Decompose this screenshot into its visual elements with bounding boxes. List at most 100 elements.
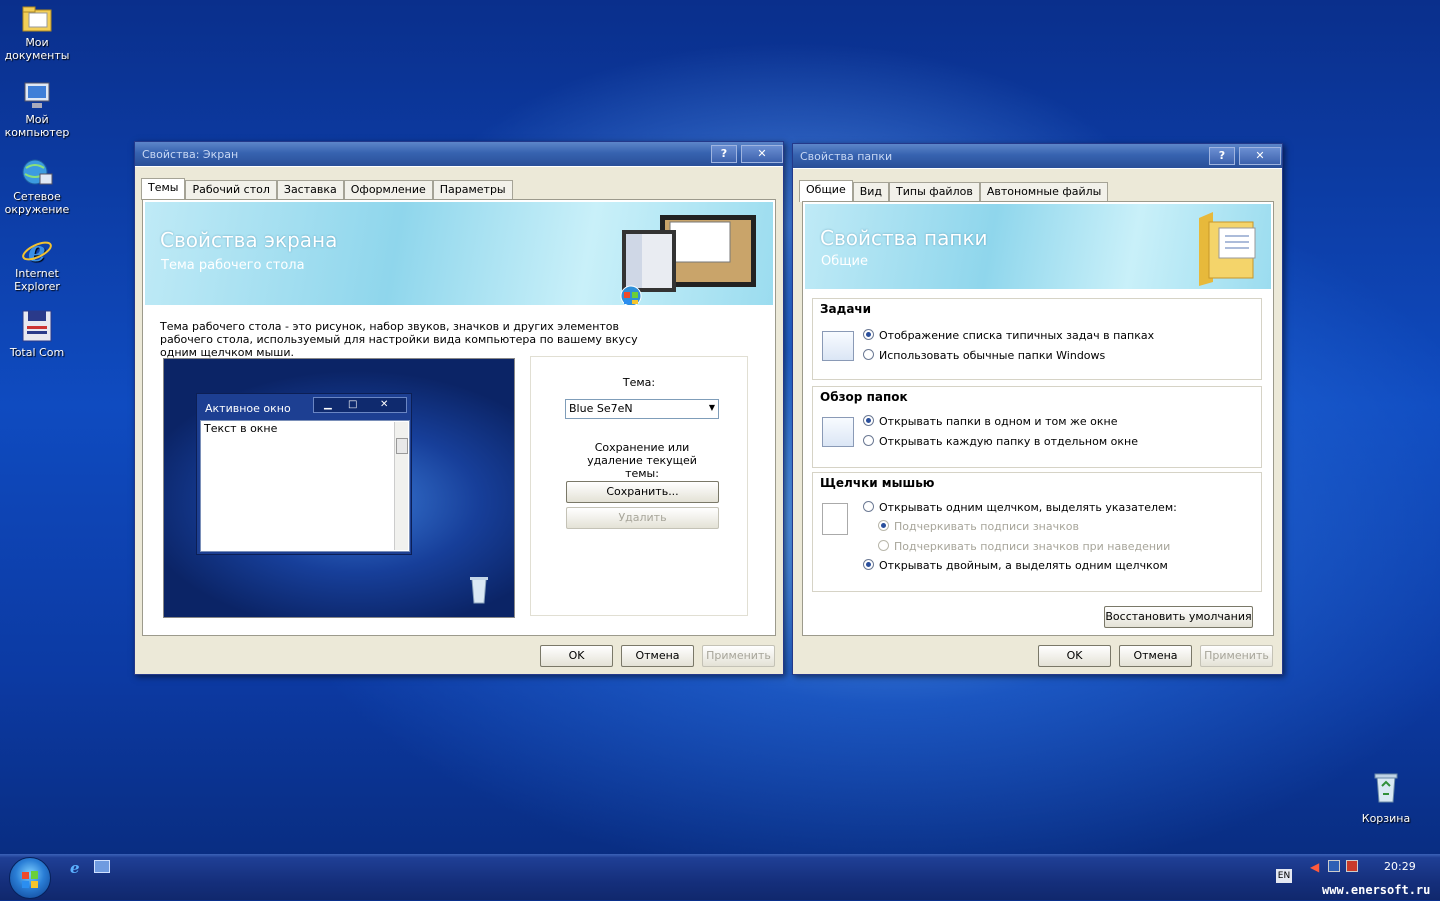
- clicks-title: Щелчки мышью: [820, 476, 935, 490]
- volume-icon[interactable]: ◀: [1310, 860, 1319, 874]
- close-icon: ✕: [380, 399, 389, 410]
- watermark: www.enersoft.ru: [1322, 883, 1431, 897]
- theme-select-value: Blue Se7eN: [569, 402, 633, 415]
- desktop-icon-network[interactable]: Сетевое окружение: [0, 158, 74, 216]
- cancel-button[interactable]: Отмена: [621, 645, 694, 667]
- mouse-clicks-group: Щелчки мышью Открывать одним щелчком, вы…: [812, 472, 1262, 592]
- title-bar[interactable]: Свойства папки ? ✕: [793, 144, 1282, 168]
- ok-button[interactable]: OK: [540, 645, 613, 667]
- browse-window-icon: [822, 417, 854, 447]
- tab-strip: Темы Рабочий стол Заставка Оформление Па…: [141, 177, 513, 200]
- tab-panel: Свойства экрана Тема рабочего стола Тема…: [142, 199, 776, 636]
- theme-settings-area: Тема: Blue Se7eN ▼ Сохранение или удален…: [530, 356, 748, 616]
- windows-logo-icon: [22, 871, 38, 888]
- desktop-icon-internet-explorer[interactable]: e Internet Explorer: [0, 235, 74, 293]
- theme-label: Тема:: [622, 376, 656, 389]
- tasks-title: Задачи: [820, 302, 872, 316]
- clicks-option-single[interactable]: Открывать одним щелчком, выделять указат…: [863, 501, 1177, 514]
- radio-icon: [863, 501, 874, 512]
- save-theme-button[interactable]: Сохранить...: [566, 481, 719, 503]
- banner-title: Свойства экрана: [160, 228, 338, 252]
- tab-panel: Свойства папки Общие Задачи Отображение …: [802, 201, 1274, 636]
- tab-strip: Общие Вид Типы файлов Автономные файлы: [799, 179, 1109, 202]
- preview-window-text: Текст в окне: [204, 422, 278, 435]
- tasks-group: Задачи Отображение списка типичных задач…: [812, 298, 1262, 380]
- recycle-bin-icon: [1369, 772, 1403, 803]
- language-indicator[interactable]: EN: [1276, 869, 1292, 883]
- radio-icon: [863, 349, 874, 360]
- tab-appearance[interactable]: Оформление: [343, 180, 433, 199]
- window-title: Свойства папки: [800, 150, 893, 163]
- dialog-client: Темы Рабочий стол Заставка Оформление Па…: [135, 167, 783, 674]
- clock[interactable]: 20:29: [1384, 860, 1416, 873]
- tab-file-types[interactable]: Типы файлов: [889, 182, 980, 201]
- delete-theme-button: Удалить: [566, 507, 719, 529]
- my-documents-icon: [20, 4, 54, 34]
- desktop-icon-recycle-bin[interactable]: Корзина: [1349, 772, 1423, 825]
- browse-folders-group: Обзор папок Открывать папки в одном и то…: [812, 386, 1262, 468]
- network-status-icon[interactable]: [1328, 860, 1340, 872]
- radio-label: Открывать одним щелчком, выделять указат…: [879, 501, 1177, 514]
- dialog-client: Общие Вид Типы файлов Автономные файлы С…: [793, 169, 1282, 674]
- clicks-option-double[interactable]: Открывать двойным, а выделять одним щелч…: [863, 559, 1168, 572]
- tab-screensaver[interactable]: Заставка: [276, 180, 344, 199]
- browse-option-same-window[interactable]: Открывать папки в одном и том же окне: [863, 415, 1118, 428]
- desktop-icon-total-commander[interactable]: Total Com: [0, 310, 74, 359]
- close-button[interactable]: ✕: [1239, 147, 1281, 165]
- cancel-button[interactable]: Отмена: [1119, 645, 1192, 667]
- theme-description: Тема рабочего стола - это рисунок, набор…: [160, 320, 638, 359]
- apply-button: Применить: [1200, 645, 1273, 667]
- my-computer-icon: [20, 81, 54, 111]
- start-button[interactable]: [9, 857, 51, 899]
- desktop-icon-label: Total Com: [9, 346, 65, 359]
- radio-label: Использовать обычные папки Windows: [879, 349, 1106, 362]
- help-button[interactable]: ?: [711, 145, 737, 163]
- folder-illustration-icon: [1199, 212, 1256, 286]
- desktop-icon-label: Мой компьютер: [4, 113, 70, 139]
- desktop-icon-my-documents[interactable]: Мои документы: [0, 4, 74, 62]
- desktop-icon-label: Корзина: [1361, 812, 1411, 825]
- quicklaunch-internet-explorer-icon[interactable]: e: [70, 859, 80, 877]
- theme-preview: Активное окно ▁ □ ✕ Текст в окне: [163, 358, 515, 618]
- radio-icon: [863, 329, 874, 340]
- preview-window-body: Текст в окне: [200, 420, 410, 552]
- desktop-icon-my-computer[interactable]: Мой компьютер: [0, 81, 74, 139]
- quicklaunch-show-desktop-icon[interactable]: [94, 860, 110, 873]
- tasks-option-classic[interactable]: Использовать обычные папки Windows: [863, 349, 1105, 362]
- browse-option-new-window[interactable]: Открывать каждую папку в отдельном окне: [863, 435, 1138, 448]
- radio-icon: [863, 435, 874, 446]
- tab-view[interactable]: Вид: [852, 182, 890, 201]
- desktop-icon-label: Internet Explorer: [14, 267, 60, 293]
- task-pane-icon: [822, 331, 854, 361]
- radio-label: Открывать двойным, а выделять одним щелч…: [879, 559, 1168, 572]
- radio-label: Открывать папки в одном и том же окне: [879, 415, 1118, 428]
- close-button[interactable]: ✕: [741, 145, 783, 163]
- save-delete-text: Сохранение или удаление текущей темы:: [587, 441, 697, 480]
- minimize-icon: ▁: [324, 399, 332, 410]
- tab-desktop[interactable]: Рабочий стол: [185, 180, 277, 199]
- security-alert-icon[interactable]: [1346, 860, 1358, 872]
- theme-select[interactable]: Blue Se7eN ▼: [565, 399, 719, 419]
- preview-window-controls: ▁ □ ✕: [313, 397, 407, 413]
- tasks-option-show-tasks[interactable]: Отображение списка типичных задач в папк…: [863, 329, 1154, 342]
- apply-button: Применить: [702, 645, 775, 667]
- preview-recycle-bin-icon: [470, 577, 488, 604]
- tab-settings[interactable]: Параметры: [432, 180, 513, 199]
- preview-window: Активное окно ▁ □ ✕ Текст в окне: [196, 393, 412, 555]
- banner-subtitle: Общие: [821, 254, 868, 269]
- banner: Свойства экрана Тема рабочего стола: [145, 202, 773, 305]
- radio-label: Подчеркивать подписи значков: [894, 520, 1079, 533]
- tab-general[interactable]: Общие: [799, 180, 853, 202]
- banner-title: Свойства папки: [820, 226, 988, 250]
- tab-themes[interactable]: Темы: [141, 178, 186, 200]
- radio-label: Подчеркивать подписи значков при наведен…: [894, 540, 1171, 553]
- clicks-option-underline-always: Подчеркивать подписи значков: [878, 520, 1079, 533]
- chevron-down-icon: ▼: [708, 403, 715, 412]
- display-properties-window: Свойства: Экран ? ✕ Темы Рабочий стол За…: [134, 141, 784, 675]
- tab-offline-files[interactable]: Автономные файлы: [979, 182, 1109, 201]
- ok-button[interactable]: OK: [1038, 645, 1111, 667]
- radio-icon: [863, 415, 874, 426]
- help-button[interactable]: ?: [1209, 147, 1235, 165]
- restore-defaults-button[interactable]: Восстановить умолчания: [1104, 606, 1253, 628]
- title-bar[interactable]: Свойства: Экран ? ✕: [135, 142, 783, 166]
